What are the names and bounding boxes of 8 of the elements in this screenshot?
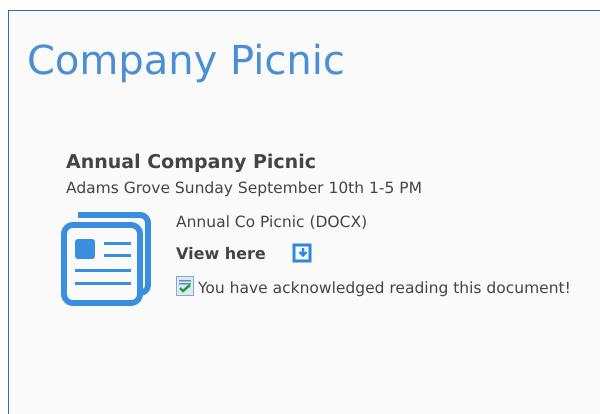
document-name: Annual Co Picnic (DOCX) [176, 213, 368, 231]
download-icon[interactable] [292, 243, 312, 263]
page-title: Company Picnic [27, 37, 346, 86]
item-description: Adams Grove Sunday September 10th 1-5 PM [66, 179, 423, 197]
item-title: Annual Company Picnic [66, 151, 317, 173]
checked-document-icon [176, 276, 194, 296]
acknowledgement-message: You have acknowledged reading this document! [198, 279, 571, 297]
view-link[interactable]: View here [176, 244, 266, 262]
